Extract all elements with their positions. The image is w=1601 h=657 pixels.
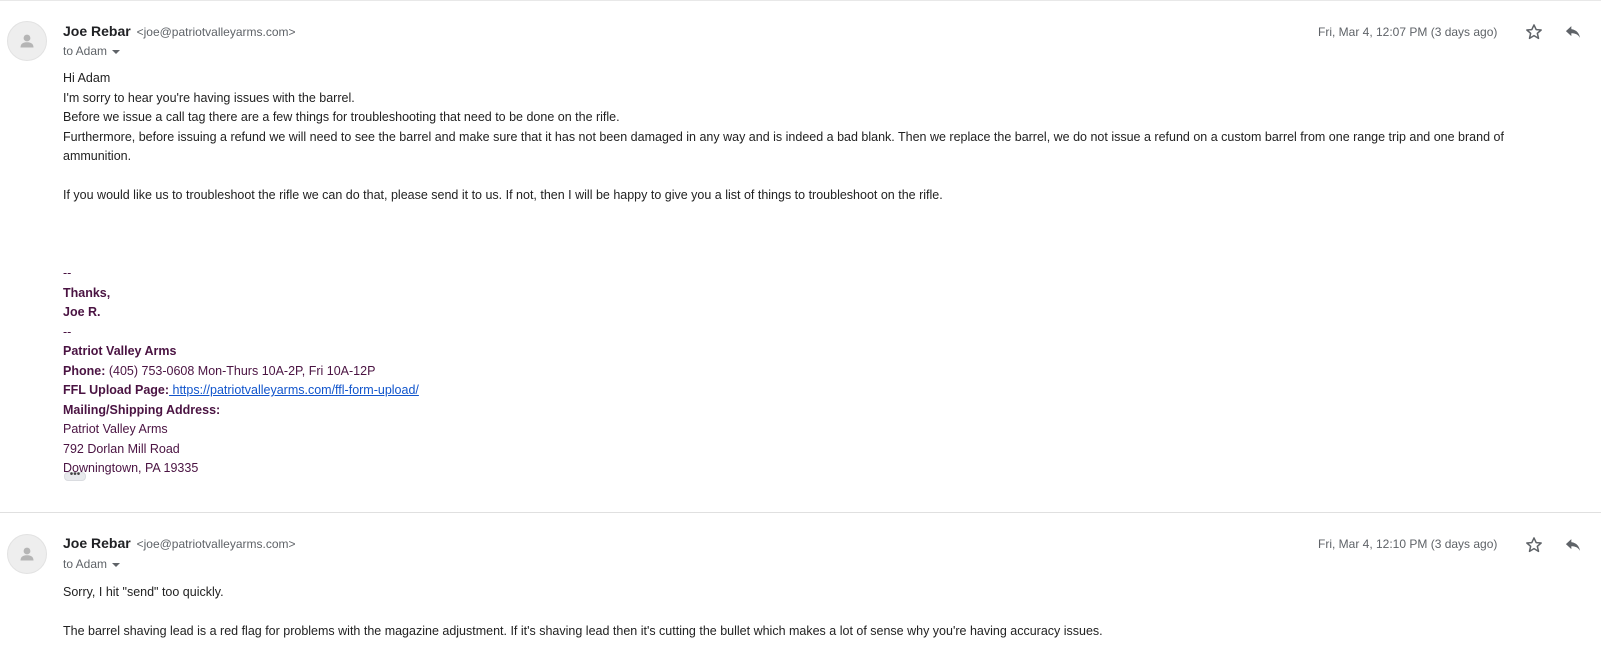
sender-line: Joe Rebar <joe@patriotvalleyarms.com> bbox=[63, 535, 296, 551]
recipients-label: to Adam bbox=[63, 44, 108, 58]
chevron-down-icon bbox=[112, 49, 121, 54]
address-line: 792 Dorlan Mill Road bbox=[63, 441, 180, 456]
body-line: Furthermore, before issuing a refund we … bbox=[63, 129, 1504, 164]
address-label: Mailing/Shipping Address: bbox=[63, 402, 221, 417]
sender-avatar[interactable] bbox=[7, 534, 47, 574]
recipients-toggle[interactable]: to Adam bbox=[63, 44, 121, 58]
sender-email: <joe@patriotvalleyarms.com> bbox=[136, 25, 296, 39]
signature-separator: -- bbox=[63, 324, 72, 339]
signature: -- Thanks, Joe R. -- Patriot Valley Arms… bbox=[63, 264, 1563, 479]
ffl-upload-link[interactable]: https://patriotvalleyarms.com/ffl-form-u… bbox=[169, 383, 419, 397]
message-body: Sorry, I hit "send" too quickly. The bar… bbox=[63, 583, 1563, 642]
body-line: Hi Adam bbox=[63, 71, 111, 85]
sender-name[interactable]: Joe Rebar bbox=[63, 23, 131, 39]
email-message: Joe Rebar <joe@patriotvalleyarms.com> to… bbox=[0, 0, 1601, 513]
message-date: Fri, Mar 4, 12:10 PM (3 days ago) bbox=[1318, 537, 1498, 551]
signature-company: Patriot Valley Arms bbox=[63, 344, 177, 358]
phone-value: (405) 753-0608 Mon-Thurs 10A-2P, Fri 10A… bbox=[105, 363, 376, 378]
body-line: Before we issue a call tag there are a f… bbox=[63, 110, 620, 124]
address-line: Downingtown, PA 19335 bbox=[63, 461, 199, 475]
phone-label: Phone: bbox=[63, 363, 106, 378]
reply-icon[interactable] bbox=[1563, 22, 1583, 42]
body-line: If you would like us to troubleshoot the… bbox=[63, 188, 943, 202]
message-date: Fri, Mar 4, 12:07 PM (3 days ago) bbox=[1318, 25, 1498, 39]
chevron-down-icon bbox=[112, 562, 121, 567]
star-icon[interactable] bbox=[1524, 535, 1544, 555]
sender-avatar[interactable] bbox=[7, 21, 47, 61]
person-icon bbox=[20, 34, 34, 48]
address-line: Patriot Valley Arms bbox=[63, 422, 168, 436]
person-icon bbox=[20, 547, 34, 561]
sender-line: Joe Rebar <joe@patriotvalleyarms.com> bbox=[63, 23, 296, 39]
sender-name[interactable]: Joe Rebar bbox=[63, 535, 131, 551]
message-body: Hi Adam I'm sorry to hear you're having … bbox=[63, 69, 1563, 479]
star-icon[interactable] bbox=[1524, 22, 1544, 42]
sender-email: <joe@patriotvalleyarms.com> bbox=[136, 537, 296, 551]
email-message: Joe Rebar <joe@patriotvalleyarms.com> to… bbox=[0, 512, 1601, 657]
recipients-toggle[interactable]: to Adam bbox=[63, 557, 121, 571]
reply-icon[interactable] bbox=[1563, 535, 1583, 555]
signature-thanks: Thanks, bbox=[63, 285, 111, 300]
body-line: I'm sorry to hear you're having issues w… bbox=[63, 90, 355, 105]
signature-separator: -- bbox=[63, 266, 72, 280]
signature-name: Joe R. bbox=[63, 305, 101, 319]
recipients-label: to Adam bbox=[63, 557, 108, 571]
ffl-label: FFL Upload Page: bbox=[63, 383, 170, 397]
body-line: Sorry, I hit "send" too quickly. bbox=[63, 585, 224, 599]
show-trimmed-content-button[interactable]: ••• bbox=[64, 470, 86, 481]
body-line: The barrel shaving lead is a red flag fo… bbox=[63, 624, 1103, 638]
